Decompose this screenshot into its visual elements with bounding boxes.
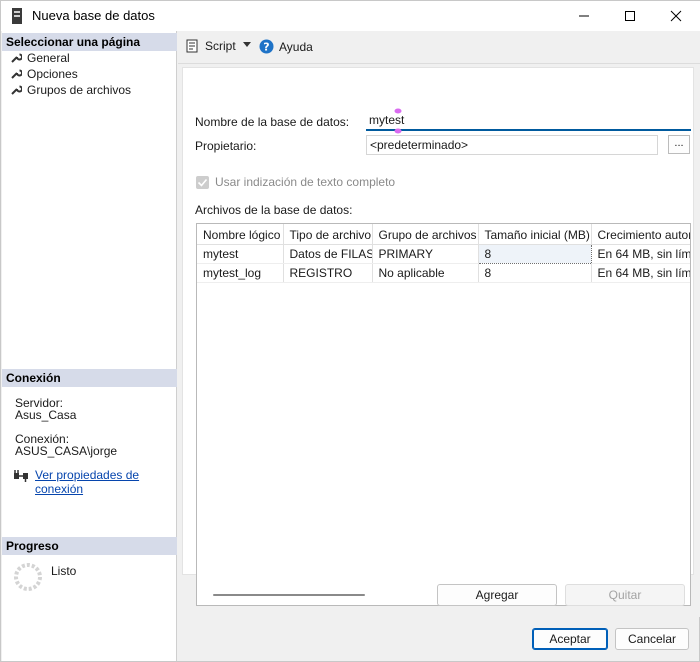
table-header-row: Nombre lógico Tipo de archivo Grupo de a… xyxy=(197,224,690,245)
wrench-icon xyxy=(11,85,22,95)
checkmark-icon xyxy=(197,178,208,187)
ok-button[interactable]: Aceptar xyxy=(532,628,608,650)
connection-properties-icon xyxy=(14,470,28,482)
page-item-grupos-de-archivos[interactable]: Grupos de archivos xyxy=(10,82,131,98)
table-cell[interactable]: 8 xyxy=(477,243,592,264)
column-header[interactable]: Crecimiento automático / tamaño máximo xyxy=(591,224,690,245)
progress-status: Listo xyxy=(51,564,77,578)
resize-handle-icon xyxy=(394,108,402,114)
table-row[interactable]: mytest Datos de FILAS PRIMARY 8 En 64 MB… xyxy=(197,243,690,264)
table-row[interactable]: mytest_log REGISTRO No aplicable 8 En 64… xyxy=(197,263,690,283)
fulltext-checkbox[interactable] xyxy=(196,176,209,189)
connection-properties-link[interactable]: Ver propiedades de conexión xyxy=(35,468,176,496)
maximize-button[interactable] xyxy=(607,1,653,31)
close-button[interactable] xyxy=(653,1,699,31)
column-header[interactable]: Tamaño inicial (MB) xyxy=(478,224,592,245)
column-header[interactable]: Nombre lógico xyxy=(197,224,284,245)
progress-spinner-icon xyxy=(14,563,42,591)
connection-value: ASUS_CASA\jorge xyxy=(15,444,118,458)
help-icon: ? xyxy=(259,39,274,54)
table-cell[interactable]: mytest xyxy=(197,244,284,264)
resize-handle-icon xyxy=(394,128,402,134)
table-cell[interactable]: En 64 MB, sin límite xyxy=(591,244,690,264)
horizontal-scrollbar[interactable] xyxy=(213,594,365,596)
column-header[interactable]: Tipo de archivo xyxy=(283,224,373,245)
page-item-opciones[interactable]: Opciones xyxy=(10,66,78,82)
help-button[interactable]: ? Ayuda xyxy=(259,39,313,54)
browse-owner-button[interactable]: ... xyxy=(668,135,690,154)
table-cell[interactable]: Datos de FILAS xyxy=(283,244,373,264)
table-cell[interactable]: PRIMARY xyxy=(372,244,479,264)
script-label: Script xyxy=(205,39,236,53)
db-name-input[interactable]: mytest xyxy=(366,111,691,131)
script-button[interactable]: Script xyxy=(186,39,236,53)
connection-header: Conexión xyxy=(2,369,177,387)
page-item-general[interactable]: General xyxy=(10,50,70,66)
database-files-grid[interactable]: Nombre lógico Tipo de archivo Grupo de a… xyxy=(196,223,691,606)
files-table: Nombre lógico Tipo de archivo Grupo de a… xyxy=(197,224,690,283)
script-dropdown[interactable] xyxy=(242,42,252,48)
fulltext-label: Usar indización de texto completo xyxy=(215,175,396,189)
general-page-panel: Script ? Ayuda Nombre de la base de dato… xyxy=(178,31,700,617)
help-label: Ayuda xyxy=(279,39,313,54)
svg-text:?: ? xyxy=(263,41,269,54)
window-title: Nueva base de datos xyxy=(32,8,155,23)
table-cell[interactable]: 8 xyxy=(478,263,592,283)
server-value: Asus_Casa xyxy=(15,408,77,422)
chevron-down-icon xyxy=(243,42,251,47)
close-icon xyxy=(670,10,682,22)
cancel-button[interactable]: Cancelar xyxy=(615,628,689,650)
remove-button[interactable]: Quitar xyxy=(565,584,685,606)
table-cell[interactable]: mytest_log xyxy=(197,263,284,283)
new-database-dialog: Nueva base de datos Seleccionar una pági… xyxy=(0,0,700,662)
add-button[interactable]: Agregar xyxy=(437,584,557,606)
table-cell[interactable]: No aplicable xyxy=(372,263,479,283)
column-header[interactable]: Grupo de archivos xyxy=(372,224,479,245)
page-item-label: Grupos de archivos xyxy=(27,83,132,97)
wrench-icon xyxy=(11,69,22,79)
script-icon xyxy=(186,39,198,53)
title-bar: Nueva base de datos xyxy=(1,1,700,31)
page-selector-panel: Seleccionar una página General Opciones … xyxy=(2,31,177,661)
minimize-icon xyxy=(579,15,589,17)
files-label: Archivos de la base de datos: xyxy=(195,203,353,217)
minimize-button[interactable] xyxy=(561,1,607,31)
progress-header: Progreso xyxy=(2,537,177,555)
owner-label: Propietario: xyxy=(195,139,257,153)
wrench-icon xyxy=(11,53,22,63)
owner-input[interactable]: <predeterminado> xyxy=(366,135,658,155)
toolbar: Script ? Ayuda xyxy=(178,31,700,64)
page-item-label: Opciones xyxy=(27,67,78,81)
db-name-label: Nombre de la base de datos: xyxy=(195,115,350,129)
table-cell[interactable]: REGISTRO xyxy=(283,263,373,283)
page-item-label: General xyxy=(27,51,70,65)
table-cell[interactable]: En 64 MB, sin límite xyxy=(591,263,690,283)
form-area: Nombre de la base de datos: mytest Propi… xyxy=(182,67,694,606)
app-icon xyxy=(12,8,22,24)
select-page-header: Seleccionar una página xyxy=(2,33,177,51)
maximize-icon xyxy=(625,11,635,21)
